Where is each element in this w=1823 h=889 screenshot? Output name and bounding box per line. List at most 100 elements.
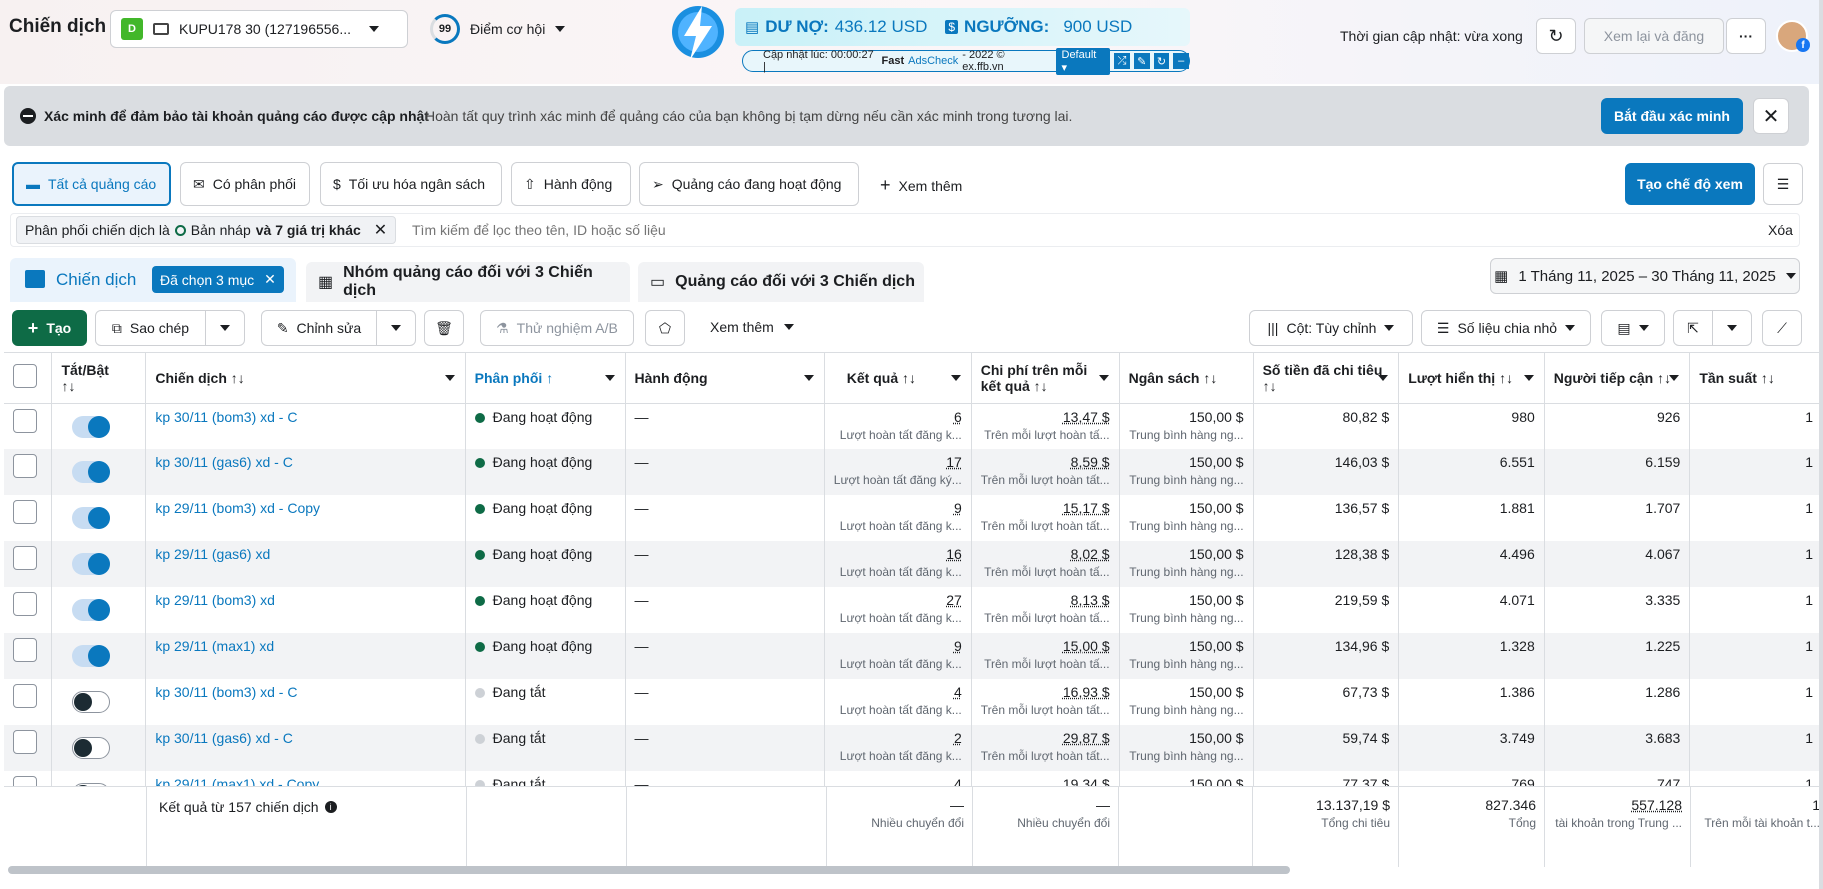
clear-filters-link[interactable]: Xóa [1768, 222, 1793, 238]
row-checkbox[interactable] [13, 408, 37, 433]
refresh-button[interactable]: ↻ [1536, 18, 1576, 54]
tab-actions[interactable]: ⇧ Hành động [511, 162, 631, 206]
column-header-frequency[interactable]: Tần suất ↑↓ [1689, 353, 1823, 404]
minimize-icon[interactable]: – [1173, 53, 1190, 69]
breakdown-button[interactable]: ☰ Số liệu chia nhỏ [1421, 310, 1591, 346]
export-button[interactable]: ⇱ [1673, 310, 1713, 346]
row-checkbox[interactable] [13, 638, 37, 662]
table-row[interactable]: kp 30/11 (bom3) xd - C Đang tắt — 4 Lượt hoà… [4, 679, 1823, 725]
table-row[interactable]: kp 29/11 (max1) xd Đang hoạt động — 9 Lượt h… [4, 633, 1823, 679]
table-row[interactable]: kp 29/11 (bom3) xd - Copy Đang hoạt động —… [4, 495, 1823, 541]
selected-chip[interactable]: Đã chọn 3 mục ✕ [152, 266, 284, 293]
edit-button[interactable]: ✎ Chỉnh sửa [261, 310, 377, 346]
create-button[interactable]: + Tạo [12, 310, 87, 346]
create-view-button[interactable]: Tạo chế độ xem [1625, 163, 1755, 205]
campaign-name-link[interactable]: kp 29/11 (bom3) xd [155, 592, 455, 608]
edit-dropdown[interactable] [376, 310, 416, 346]
close-banner-button[interactable]: ✕ [1753, 98, 1789, 134]
impressions-value: 4.496 [1499, 546, 1535, 562]
tab-all-ads[interactable]: ▬ Tất cả quảng cáo [12, 162, 171, 206]
row-checkbox[interactable] [13, 500, 37, 524]
info-icon[interactable]: i [324, 801, 337, 813]
summary-impressions: 827.346 Tổng [1398, 797, 1536, 830]
refresh-icon[interactable]: ↻ [1153, 53, 1170, 69]
review-publish-button[interactable]: Xem lại và đăng [1584, 18, 1724, 54]
table-row[interactable]: kp 29/11 (bom3) xd Đang hoạt động — 27 Lượt … [4, 587, 1823, 633]
campaign-toggle[interactable] [72, 691, 111, 713]
column-header-actions[interactable]: Hành động [625, 353, 825, 404]
campaign-name-link[interactable]: kp 30/11 (gas6) xd - C [155, 454, 455, 470]
draft-circle-icon [174, 224, 186, 236]
campaigns-tab-label: Chiến dịch [56, 270, 137, 289]
campaign-toggle[interactable] [72, 645, 111, 667]
account-selector[interactable]: D KUPU178 30 (127196556... [110, 10, 408, 48]
row-checkbox[interactable] [13, 592, 37, 616]
tag-button[interactable]: ⬠ [645, 310, 685, 346]
view-settings-button[interactable]: ☰ [1763, 163, 1803, 205]
filter-chip-prefix: Phân phối chiến dịch là [25, 222, 170, 238]
spent-value: 128,38 $ [1334, 546, 1390, 562]
row-checkbox[interactable] [13, 684, 37, 708]
vertical-scrollbar[interactable] [1819, 0, 1823, 889]
campaign-toggle[interactable] [72, 461, 111, 483]
campaign-toggle[interactable] [72, 553, 111, 575]
column-header-impressions[interactable]: Lượt hiển thị ↑↓ [1398, 353, 1545, 404]
opportunity-score[interactable]: 99 Điểm cơ hội [430, 14, 566, 44]
filter-chip[interactable]: Phân phối chiến dịch là Bản nháp và 7 gi… [16, 216, 397, 244]
column-header-delivery[interactable]: Phân phối ↑ [465, 353, 626, 404]
start-verification-button[interactable]: Bắt đầu xác minh [1601, 98, 1743, 134]
campaign-name-link[interactable]: kp 29/11 (max1) xd [155, 638, 455, 654]
tab-ads[interactable]: ▭ Quảng cáo đối với 3 Chiến dịch [638, 262, 924, 302]
row-checkbox[interactable] [13, 546, 37, 570]
column-header-toggle[interactable]: Tắt/Bật ↑↓ [51, 353, 147, 404]
duplicate-button[interactable]: ⧉ Sao chép [95, 310, 206, 346]
more-options-button[interactable]: ··· [1726, 18, 1766, 54]
results-sub: Lượt hoàn tất đăng ký... [833, 473, 962, 487]
delete-button[interactable]: 🗑 [424, 310, 464, 346]
column-header-campaign[interactable]: Chiến dịch ↑↓ [145, 353, 466, 404]
row-checkbox[interactable] [13, 454, 37, 478]
campaign-toggle[interactable] [72, 415, 111, 438]
search-input[interactable] [412, 216, 1712, 244]
campaign-name-link[interactable]: kp 30/11 (gas6) xd - C [155, 730, 455, 746]
more-views-button[interactable]: + Xem thêm [880, 175, 962, 196]
actions-cell: — [625, 495, 825, 541]
table-row[interactable]: kp 30/11 (gas6) xd - C Đang hoạt động — 17 L… [4, 449, 1823, 495]
campaign-toggle[interactable] [72, 599, 111, 621]
duplicate-dropdown[interactable] [205, 310, 245, 346]
tab-adsets[interactable]: ▦ Nhóm quảng cáo đối với 3 Chiến dịch [306, 262, 630, 302]
horizontal-scrollbar[interactable] [8, 866, 1290, 874]
columns-button[interactable]: ||| Cột: Tùy chỉnh [1249, 310, 1413, 346]
edit-icon[interactable]: ✎ [1133, 53, 1150, 69]
table-row[interactable]: kp 30/11 (gas6) xd - C Đang tắt — 2 Lượt hoà… [4, 725, 1823, 771]
campaign-toggle[interactable] [72, 507, 111, 529]
ab-test-button[interactable]: ⚗ Thử nghiệm A/B [480, 310, 634, 346]
column-header-amount-spent[interactable]: Số tiền đã chi tiêu ↑↓ [1253, 353, 1400, 404]
tab-budget-optimization[interactable]: $ Tối ưu hóa ngân sách [320, 162, 502, 206]
column-header-cost-per-result[interactable]: Chi phí trên mỗi kết quả ↑↓ [971, 353, 1120, 404]
mode-select[interactable]: Default ▾ [1055, 47, 1111, 75]
export-dropdown[interactable] [1712, 310, 1752, 346]
column-header-budget[interactable]: Ngân sách ↑↓ [1119, 353, 1254, 404]
row-checkbox[interactable] [13, 730, 37, 754]
date-range-picker[interactable]: ▦ 1 Tháng 11, 2025 – 30 Tháng 11, 2025 [1490, 258, 1800, 294]
column-header-results[interactable]: Kết quả ↑↓ [824, 353, 972, 404]
shuffle-icon[interactable]: ⤮ [1114, 53, 1130, 69]
reports-button[interactable]: ▤ [1601, 310, 1665, 346]
chevron-down-icon [555, 26, 566, 32]
campaign-name-link[interactable]: kp 30/11 (bom3) xd - C [155, 409, 455, 425]
select-all-checkbox[interactable] [13, 364, 37, 389]
campaign-toggle[interactable] [72, 737, 111, 759]
toolbar-more-button[interactable]: Xem thêm [710, 319, 794, 335]
column-header-reach[interactable]: Người tiếp cận ↑↓ [1544, 353, 1691, 404]
clear-selection-icon[interactable]: ✕ [264, 271, 276, 288]
tab-delivering[interactable]: ✉ Có phân phối [180, 162, 310, 206]
campaign-name-link[interactable]: kp 29/11 (gas6) xd [155, 546, 455, 562]
table-row[interactable]: kp 29/11 (gas6) xd Đang hoạt động — 16 Lượt … [4, 541, 1823, 587]
tab-active-ads[interactable]: ➢ Quảng cáo đang hoạt động [639, 162, 859, 206]
charts-button[interactable]: ⟋ [1762, 310, 1802, 346]
campaign-name-link[interactable]: kp 29/11 (bom3) xd - Copy [155, 500, 455, 516]
campaign-name-link[interactable]: kp 30/11 (bom3) xd - C [155, 684, 455, 700]
remove-filter-icon[interactable]: ✕ [374, 220, 387, 240]
table-row[interactable]: kp 30/11 (bom3) xd - C Đang hoạt động — 6 Lư… [4, 403, 1823, 449]
